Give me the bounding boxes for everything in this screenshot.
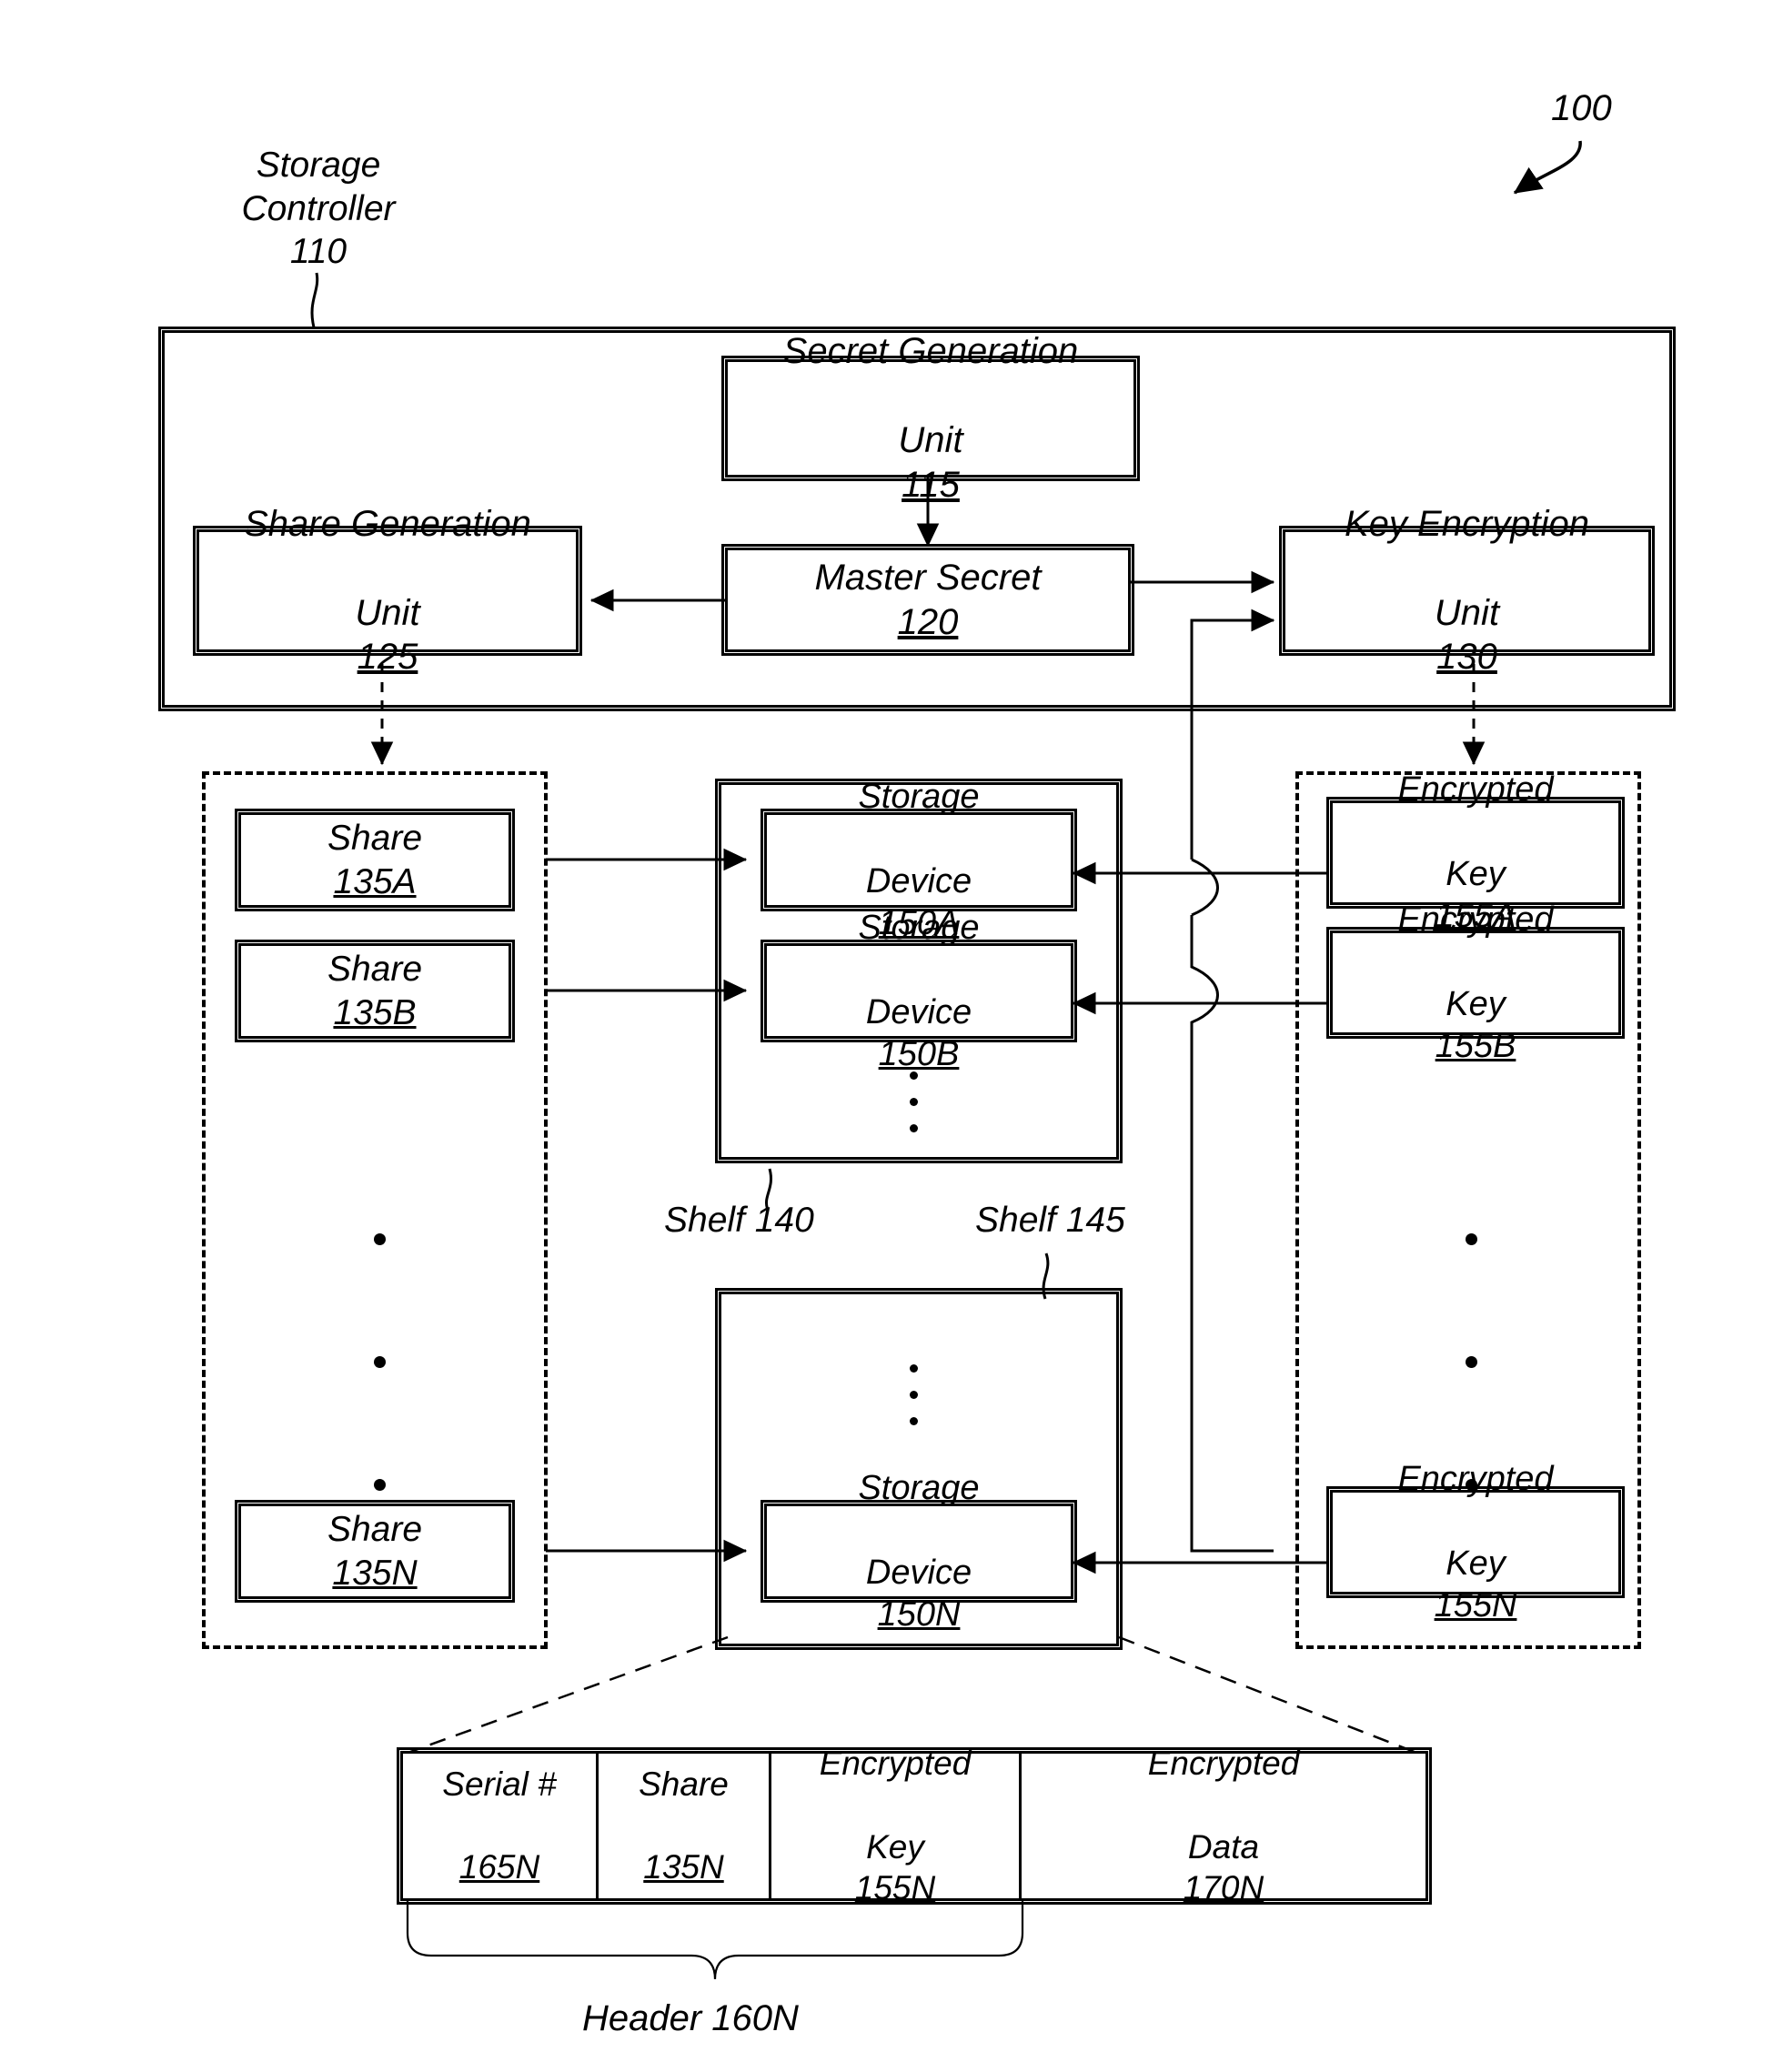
storage-device-150n-line2: Device bbox=[865, 1553, 972, 1592]
share-cell[interactable]: Share 135N bbox=[599, 1754, 771, 1898]
master-secret-ref: 120 bbox=[897, 601, 959, 642]
share-generation-unit-box[interactable]: Share Generation Unit 125 bbox=[193, 504, 582, 677]
encrypted-key-cell-ref: 155N bbox=[854, 1869, 936, 1907]
encrypted-data-cell[interactable]: Encrypted Data 170N bbox=[1022, 1745, 1425, 1906]
figure-number: 100 bbox=[1551, 88, 1612, 128]
figure-canvas: 100 Storage Controller 110 Secret Genera… bbox=[0, 0, 1773, 2072]
share-cell-line1: Share bbox=[639, 1765, 729, 1803]
storage-device-150n-label: Storage Device 150N bbox=[858, 1467, 979, 1635]
encrypted-key-155b-ref: 155B bbox=[1435, 1026, 1516, 1065]
encrypted-key-155a-line2: Key bbox=[1446, 854, 1506, 893]
storage-device-150n-box[interactable]: Storage Device 150N bbox=[761, 1469, 1077, 1634]
master-secret-box[interactable]: Master Secret 120 bbox=[721, 544, 1134, 656]
header-brace-label: Header 160N bbox=[582, 1998, 799, 2038]
share-135b-ref: 135B bbox=[333, 992, 417, 1032]
leader-controller bbox=[310, 272, 319, 328]
encrypted-data-cell-label: Encrypted Data 170N bbox=[1148, 1743, 1300, 1910]
shelf-140-ellipsis bbox=[910, 1062, 918, 1142]
storage-device-150b-line1: Storage bbox=[858, 908, 980, 947]
key-encryption-unit-line1: Key Encryption bbox=[1344, 503, 1590, 544]
serial-number-line1: Serial # bbox=[442, 1765, 557, 1803]
storage-device-150a-box[interactable]: Storage Device 150A bbox=[761, 778, 1077, 942]
encrypted-key-155b-label: Encrypted Key 155B bbox=[1397, 899, 1553, 1067]
secret-generation-unit-ref: 115 bbox=[902, 464, 960, 505]
encrypted-key-155a-line1: Encrypted bbox=[1397, 769, 1554, 809]
share-generation-unit-line1: Share Generation bbox=[244, 503, 531, 544]
serial-number-label: Serial # 165N bbox=[442, 1764, 556, 1889]
share-cell-label: Share 135N bbox=[639, 1764, 729, 1889]
storage-device-150b-ref: 150B bbox=[878, 1034, 960, 1073]
storage-controller-label: Storage Controller 110 bbox=[227, 144, 409, 274]
shelf-145-label: Shelf 145 bbox=[975, 1201, 1125, 1240]
share-135a-label: Share 135A bbox=[327, 817, 422, 903]
encrypted-key-155n-ref: 155N bbox=[1434, 1585, 1517, 1624]
secret-generation-unit-box[interactable]: Secret Generation Unit 115 bbox=[721, 331, 1140, 505]
key-encryption-unit-label: Key Encryption Unit 130 bbox=[1345, 502, 1589, 679]
share-cell-ref: 135N bbox=[643, 1848, 724, 1886]
encrypted-key-155n-line2: Key bbox=[1446, 1544, 1506, 1583]
secret-generation-unit-line2: Unit bbox=[898, 420, 963, 460]
storage-device-150n-line1: Storage bbox=[858, 1468, 980, 1507]
master-secret-label: Master Secret 120 bbox=[815, 556, 1042, 645]
explode-line-right bbox=[1118, 1635, 1425, 1757]
encrypted-data-cell-line2: Data bbox=[1187, 1827, 1260, 1866]
shelf-145-ellipsis bbox=[910, 1355, 918, 1434]
encrypted-data-cell-line1: Encrypted bbox=[1147, 1744, 1300, 1782]
storage-device-150n-ref: 150N bbox=[877, 1594, 961, 1634]
shares-ellipsis bbox=[374, 1178, 386, 1546]
share-135b-text: Share bbox=[327, 949, 423, 989]
encrypted-key-155b-box[interactable]: Encrypted Key 155B bbox=[1326, 900, 1625, 1065]
storage-controller-label-text: Storage Controller 110 bbox=[241, 146, 396, 272]
share-135b-label: Share 135B bbox=[327, 948, 422, 1034]
explode-line-left bbox=[399, 1635, 729, 1757]
share-generation-unit-label: Share Generation Unit 125 bbox=[244, 502, 531, 679]
share-135a-box[interactable]: Share 135A bbox=[235, 809, 515, 911]
storage-device-150a-line1: Storage bbox=[858, 777, 980, 816]
share-135a-text: Share bbox=[327, 818, 423, 858]
encrypted-key-cell-line1: Encrypted bbox=[819, 1744, 972, 1782]
key-encryption-unit-line2: Unit bbox=[1434, 592, 1500, 633]
encrypted-key-155b-line2: Key bbox=[1446, 984, 1506, 1023]
storage-device-150b-box[interactable]: Storage Device 150B bbox=[761, 909, 1077, 1073]
share-generation-unit-line2: Unit bbox=[355, 592, 420, 633]
key-encryption-unit-box[interactable]: Key Encryption Unit 130 bbox=[1279, 504, 1655, 677]
secret-generation-unit-line1: Secret Generation bbox=[782, 331, 1079, 372]
encrypted-key-cell-line2: Key bbox=[866, 1827, 924, 1866]
shelf-140-label: Shelf 140 bbox=[664, 1201, 814, 1240]
storage-device-150a-line2: Device bbox=[865, 861, 972, 900]
storage-device-150b-line2: Device bbox=[865, 992, 972, 1031]
leader-figure-number bbox=[1513, 140, 1582, 195]
share-135a-ref: 135A bbox=[333, 861, 417, 901]
master-secret-line2: Master Secret bbox=[814, 557, 1042, 598]
serial-number-ref: 165N bbox=[458, 1848, 540, 1886]
encrypted-keys-ellipsis bbox=[1466, 1178, 1477, 1546]
brace-header bbox=[406, 1901, 1024, 1980]
serial-number-cell[interactable]: Serial # 165N bbox=[403, 1754, 599, 1898]
share-135n-ref: 135N bbox=[332, 1553, 418, 1593]
bus-keyenc-to-devices bbox=[1190, 846, 1274, 1553]
encrypted-key-cell[interactable]: Encrypted Key 155N bbox=[771, 1745, 1022, 1906]
key-encryption-unit-ref: 130 bbox=[1436, 637, 1497, 678]
storage-device-150b-label: Storage Device 150B bbox=[858, 907, 979, 1075]
share-generation-unit-ref: 125 bbox=[357, 637, 418, 678]
share-135b-box[interactable]: Share 135B bbox=[235, 940, 515, 1042]
secret-generation-unit-label: Secret Generation Unit 115 bbox=[783, 329, 1079, 507]
encrypted-key-155a-box[interactable]: Encrypted Key 155A bbox=[1326, 770, 1625, 935]
encrypted-key-cell-label: Encrypted Key 155N bbox=[820, 1743, 972, 1910]
encrypted-data-cell-ref: 170N bbox=[1183, 1869, 1264, 1907]
encrypted-key-155b-line1: Encrypted bbox=[1397, 900, 1554, 939]
